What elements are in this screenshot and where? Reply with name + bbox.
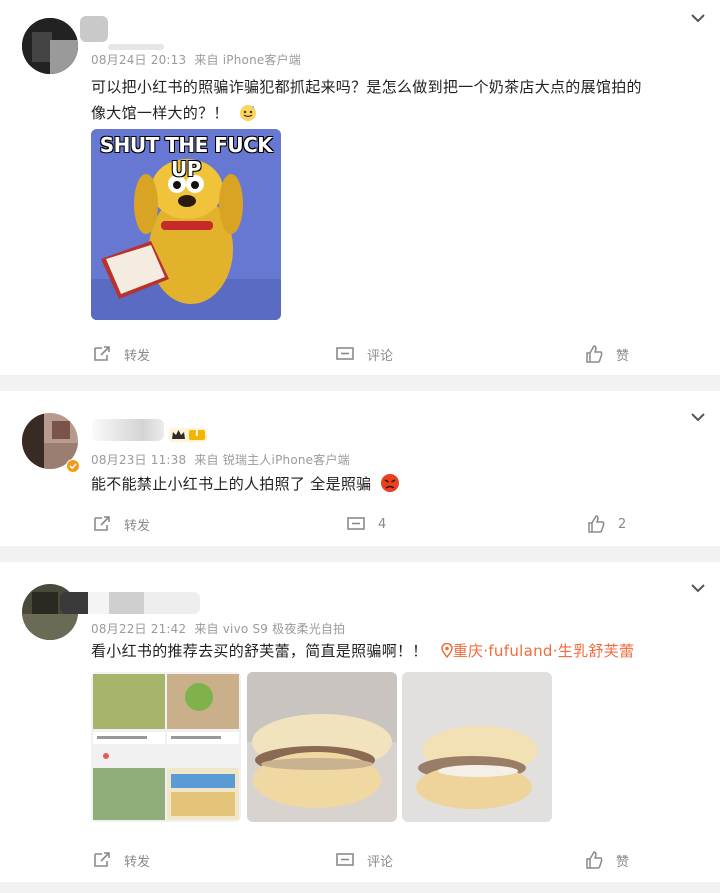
post-meta: 08月22日 21:42 来自 vivo S9 极夜柔光自拍 [91,620,353,637]
repost-button[interactable]: 转发 [92,341,150,367]
comment-button[interactable]: 评论 [335,341,393,367]
username-blurred [108,44,164,50]
like-button[interactable]: 赞 [584,341,629,367]
action-bar: 转发 评论 赞 [0,847,720,873]
screenshot-collage-image[interactable] [91,672,241,822]
post-text-line: 看小红书的推荐去买的舒芙蕾，简直是照骗啊！！ [91,642,428,660]
like-button[interactable]: 赞 [584,847,629,873]
repost-icon [94,346,110,361]
meme-caption: SHUT THE FUCK UP [99,133,273,181]
action-bar: 转发 评论 赞 [0,341,720,367]
repost-label: 转发 [124,348,151,364]
thumbs-up-icon [586,851,603,869]
avatar[interactable] [22,18,78,74]
timestamp: 08月23日 11:38 [91,453,187,467]
repost-label: 转发 [124,518,151,534]
repost-label: 转发 [124,854,151,870]
verified-badge-icon [66,459,80,473]
post-text-line: 像大馆一样大的？！ [91,100,701,126]
location-label: 重庆·fufuland·生乳舒芙蕾 [452,642,635,660]
post-text-line-end: 像大馆一样大的？！ [91,104,229,122]
username-blurred[interactable] [60,592,200,614]
comment-label: 评论 [367,348,394,364]
repost-button[interactable]: 转发 [92,511,150,537]
like-button[interactable]: 2 [586,511,626,537]
source: 来自 锐瑞主人iPhone客户端 [194,453,350,467]
chevron-down-icon[interactable] [690,582,706,594]
timestamp: 08月22日 21:42 [91,622,187,636]
angry-face-emoji-icon [380,474,399,492]
repost-button[interactable]: 转发 [92,847,150,873]
source: 来自 vivo S9 极夜柔光自拍 [194,622,346,636]
vip-crown-badge-icon [169,428,207,442]
comment-count: 4 [378,516,387,532]
souffle-photo[interactable] [402,672,552,822]
thumbs-up-icon [588,515,605,533]
post-text-line: 能不能禁止小红书上的人拍照了 全是照骗 [91,475,372,493]
souffle-photo[interactable] [247,672,397,822]
post-card: 08月22日 21:42 来自 vivo S9 极夜柔光自拍 看小红书的推荐去买的… [0,562,720,882]
like-label: 赞 [616,348,630,364]
comment-button[interactable]: 评论 [335,847,393,873]
post-text: 可以把小红书的照骗诈骗犯都抓起来吗？是怎么做到把一个奶茶店大点的展馆拍的 像大馆… [91,74,701,126]
comment-icon [347,517,365,530]
chevron-down-icon[interactable] [690,411,706,423]
location-link[interactable]: 重庆·fufuland·生乳舒芙蕾 [440,642,635,660]
action-bar: 转发 4 2 [0,511,720,537]
thumbs-up-icon [586,345,603,363]
like-label: 赞 [616,854,630,870]
post-text-line: 可以把小红书的照骗诈骗犯都抓起来吗？是怎么做到把一个奶茶店大点的展馆拍的 [91,78,642,96]
like-count: 2 [618,516,627,532]
repost-icon [94,852,110,867]
source: 来自 iPhone客户端 [194,53,302,67]
chevron-down-icon[interactable] [690,12,706,24]
timestamp: 08月24日 20:13 [91,53,187,67]
comment-icon [336,347,354,360]
sweat-smile-emoji-icon [239,105,256,121]
post-text: 能不能禁止小红书上的人拍照了 全是照骗 [91,471,701,497]
post-meta: 08月23日 11:38 来自 锐瑞主人iPhone客户端 [91,451,358,468]
comment-label: 评论 [367,854,394,870]
comment-icon [336,853,354,866]
repost-icon [94,516,110,531]
post-card: I 08月23日 11:38 来自 锐瑞主人iPhone客户端 能不能禁止小红书上… [0,391,720,546]
comment-button[interactable]: 4 [346,511,386,537]
username-blurred[interactable] [92,419,164,441]
vip-level: I [195,428,199,439]
post-card: 08月24日 20:13 来自 iPhone客户端 可以把小红书的照骗诈骗犯都抓起… [0,0,720,375]
location-pin-icon [440,642,453,659]
post-meta: 08月24日 20:13 来自 iPhone客户端 [91,51,309,68]
username-blurred[interactable] [80,16,108,42]
post-text: 看小红书的推荐去买的舒芙蕾，简直是照骗啊！！ 重庆·fufuland·生乳舒芙蕾 [91,638,711,664]
